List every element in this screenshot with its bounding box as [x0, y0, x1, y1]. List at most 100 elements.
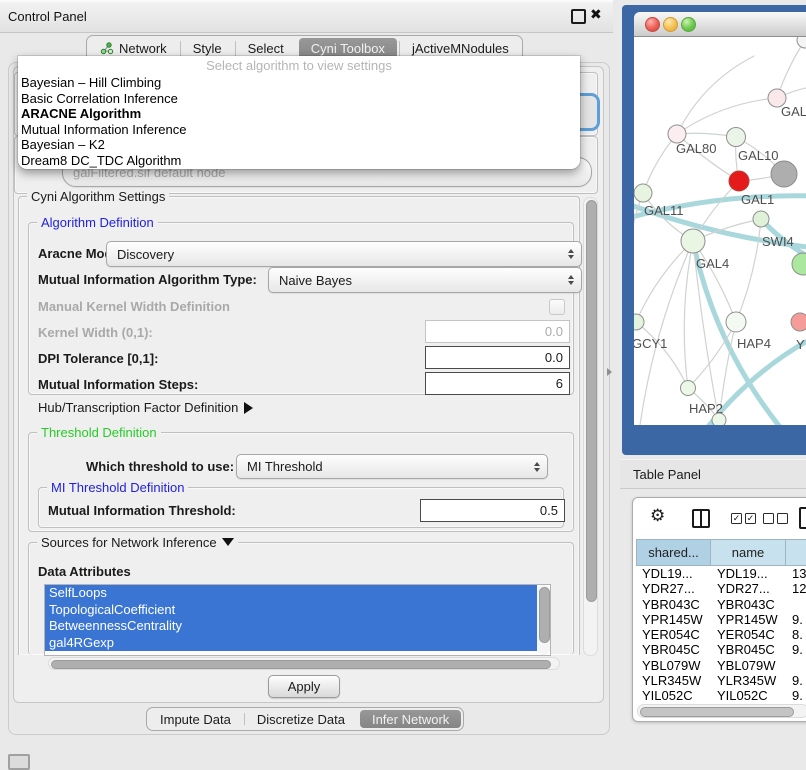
- algorithm-option[interactable]: Mutual Information Inference: [18, 122, 580, 138]
- network-node-HAP2[interactable]: [681, 381, 696, 396]
- node-label-HAP4: HAP4: [737, 336, 771, 351]
- settings-hscrollbar-thumb[interactable]: [51, 660, 551, 669]
- node-label-GCY1: GCY1: [634, 336, 667, 351]
- attribute-list-item[interactable]: BetweennessCentrality: [45, 618, 537, 635]
- algorithm-option[interactable]: ARACNE Algorithm: [18, 106, 580, 122]
- select-all-checks-icon[interactable]: ✓✓: [731, 513, 756, 524]
- column-header-extra[interactable]: [786, 539, 806, 566]
- which-threshold-combo[interactable]: MI Threshold: [236, 454, 548, 479]
- hub-definition-toggle[interactable]: Hub/Transcription Factor Definition: [38, 400, 253, 415]
- sources-group-title[interactable]: Sources for Network Inference: [37, 535, 238, 550]
- table-cell: YIL052C: [636, 688, 711, 701]
- dpi-tolerance-field[interactable]: 0.0: [425, 346, 570, 369]
- gear-icon[interactable]: ⚙: [650, 506, 665, 526]
- split-columns-icon[interactable]: [692, 509, 710, 528]
- table-cell: YBR043C: [636, 597, 711, 612]
- algorithm-option[interactable]: Dream8 DC_TDC Algorithm: [18, 153, 580, 169]
- attribute-list-item[interactable]: gal4RGexp: [45, 635, 537, 652]
- pane-divider-handle[interactable]: [607, 368, 612, 376]
- network-edge[interactable]: [639, 241, 693, 425]
- zoom-window-icon[interactable]: [681, 17, 696, 32]
- network-node-GAL1[interactable]: [729, 171, 749, 191]
- tab-discretize-data[interactable]: Discretize Data: [244, 708, 358, 730]
- settings-hscrollbar[interactable]: [48, 657, 560, 670]
- table-hscrollbar[interactable]: [637, 704, 806, 718]
- table-row[interactable]: YBR045CYBR045C9.: [636, 642, 806, 657]
- table-row[interactable]: YLR345WYLR345W9.: [636, 673, 806, 688]
- network-node-GAL4[interactable]: [681, 229, 705, 253]
- deselect-all-checks-icon[interactable]: [763, 513, 788, 524]
- mi-type-combo[interactable]: Naive Bayes: [268, 267, 582, 293]
- table-row[interactable]: YER054CYER054C8.: [636, 627, 806, 642]
- settings-vscrollbar-thumb[interactable]: [586, 200, 597, 602]
- table-window: ⚙ ✓✓ shared...name YDL19...YDL19...13YDR…: [632, 497, 806, 722]
- apply-button-label: Apply: [288, 679, 321, 694]
- attribute-list-item[interactable]: SelfLoops: [45, 585, 537, 602]
- aracne-mode-combo[interactable]: Discovery: [106, 241, 582, 267]
- attribute-list-item[interactable]: TopologicalCoefficient: [45, 602, 537, 619]
- dpi-tolerance-value: 0.0: [545, 350, 563, 365]
- column-header-name[interactable]: name: [711, 539, 786, 566]
- table-panel-title: Table Panel: [633, 467, 701, 482]
- which-threshold-label: Which threshold to use:: [86, 459, 234, 474]
- list-vscrollbar-thumb[interactable]: [539, 587, 550, 643]
- threshold-definition-title: Threshold Definition: [37, 425, 161, 440]
- network-node-GAL11[interactable]: [634, 184, 652, 202]
- docked-panel-icon[interactable]: [8, 754, 30, 770]
- algorithm-option[interactable]: Bayesian – Hill Climbing: [18, 75, 580, 91]
- network-node-SWI4[interactable]: [753, 211, 769, 227]
- network-edge[interactable]: [636, 322, 688, 388]
- network-node-node-top[interactable]: [797, 36, 806, 48]
- mi-threshold-label: Mutual Information Threshold:: [48, 503, 236, 518]
- manual-kernel-checkbox[interactable]: [549, 299, 565, 315]
- mi-threshold-value: 0.5: [540, 503, 558, 518]
- mi-steps-field[interactable]: 6: [425, 372, 570, 395]
- table-row[interactable]: YBR043CYBR043C: [636, 597, 806, 612]
- combo-arrows-icon: [568, 275, 574, 285]
- list-vscrollbar[interactable]: [537, 585, 550, 655]
- table-cell: YDL19...: [636, 566, 711, 581]
- network-node-GAL10[interactable]: [727, 128, 746, 147]
- table-row[interactable]: YDR27...YDR27...12: [636, 581, 806, 596]
- table-hscrollbar-thumb[interactable]: [640, 707, 794, 717]
- table-row[interactable]: YIL052CYIL052C9.: [636, 688, 806, 701]
- tab-impute-data[interactable]: Impute Data: [147, 708, 244, 730]
- mi-steps-label: Mutual Information Steps:: [38, 377, 198, 392]
- close-panel-icon[interactable]: ✖: [590, 6, 602, 23]
- data-attributes-list[interactable]: SelfLoopsTopologicalCoefficientBetweenne…: [44, 584, 551, 656]
- network-window-titlebar[interactable]: [634, 12, 806, 37]
- minimize-window-icon[interactable]: [663, 17, 678, 32]
- algorithm-option[interactable]: Bayesian – K2: [18, 137, 580, 153]
- network-node-salmon-node[interactable]: [791, 313, 806, 331]
- network-edge[interactable]: [643, 134, 677, 193]
- close-window-icon[interactable]: [645, 17, 660, 32]
- network-edge[interactable]: [677, 98, 777, 134]
- table-cell: YBL079W: [636, 658, 711, 673]
- tab-infer-network[interactable]: Infer Network: [360, 710, 461, 728]
- network-node-HAP4[interactable]: [726, 312, 746, 332]
- network-canvas[interactable]: GALGAL80GAL10GAL1GAL11SWI4GAL4GCY1HAP4YH…: [634, 36, 806, 425]
- float-panel-icon[interactable]: [571, 9, 586, 24]
- settings-vscrollbar[interactable]: [583, 197, 598, 656]
- table-icon-partial[interactable]: [799, 507, 806, 529]
- network-icon: [100, 42, 114, 55]
- network-node-node-bottom[interactable]: [712, 413, 726, 425]
- table-row[interactable]: YBL079WYBL079W: [636, 658, 806, 673]
- kernel-width-field[interactable]: 0.0: [425, 320, 570, 343]
- column-header-shared[interactable]: shared...: [636, 539, 711, 566]
- mi-threshold-field[interactable]: 0.5: [420, 499, 565, 522]
- network-node-gray-node[interactable]: [771, 161, 797, 187]
- algorithm-dropdown-placeholder: Select algorithm to view settings: [18, 56, 580, 75]
- table-row[interactable]: YDL19...YDL19...13: [636, 566, 806, 581]
- network-edge[interactable]: [684, 241, 693, 388]
- node-label-salmon-node: Y: [796, 337, 805, 352]
- network-window[interactable]: GALGAL80GAL10GAL1GAL11SWI4GAL4GCY1HAP4YH…: [634, 12, 806, 425]
- algorithm-option[interactable]: Basic Correlation Inference: [18, 91, 580, 107]
- table-row[interactable]: YPR145WYPR145W9.: [636, 612, 806, 627]
- network-node-green-right[interactable]: [792, 253, 806, 275]
- dpi-tolerance-label: DPI Tolerance [0,1]:: [38, 351, 158, 366]
- node-label-GAL10: GAL10: [738, 148, 778, 163]
- network-edge[interactable]: [677, 56, 754, 134]
- apply-button[interactable]: Apply: [268, 675, 340, 698]
- table-cell: YBL079W: [711, 658, 786, 673]
